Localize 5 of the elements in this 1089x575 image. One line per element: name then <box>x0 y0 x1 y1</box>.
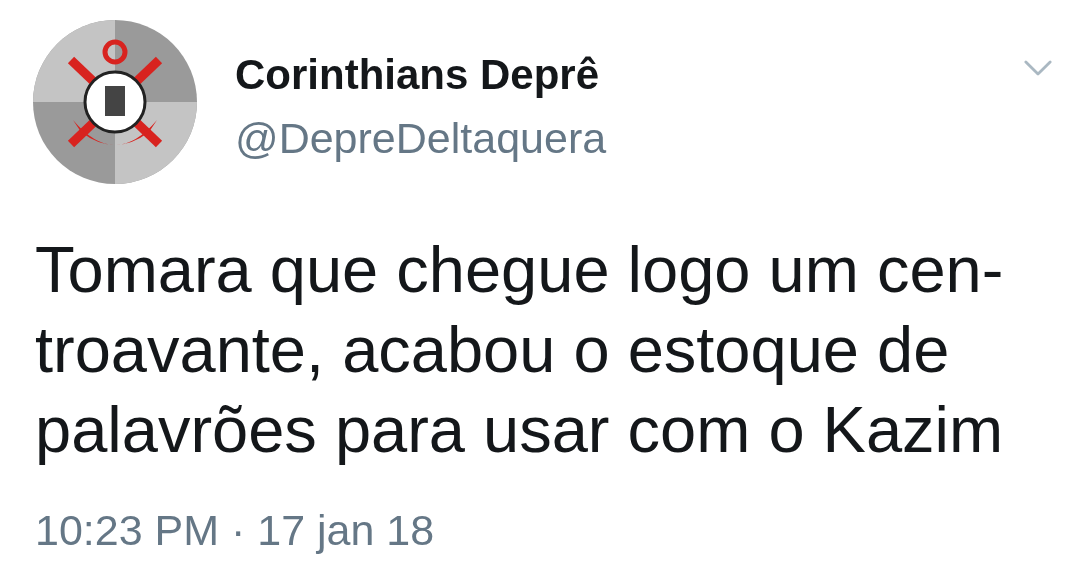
timestamp: 10:23 PM · 17 jan 18 <box>35 508 435 552</box>
author-handle[interactable]: @DepreDeltaquera <box>235 116 607 160</box>
author-name[interactable]: Corinthians Deprê <box>235 53 607 97</box>
chevron-down-icon[interactable] <box>1024 60 1052 77</box>
tweet-text: Tomara que chegue logo um cen- troavante, acabou o estoque de palavrões para usar com o Kazim <box>35 232 1005 468</box>
